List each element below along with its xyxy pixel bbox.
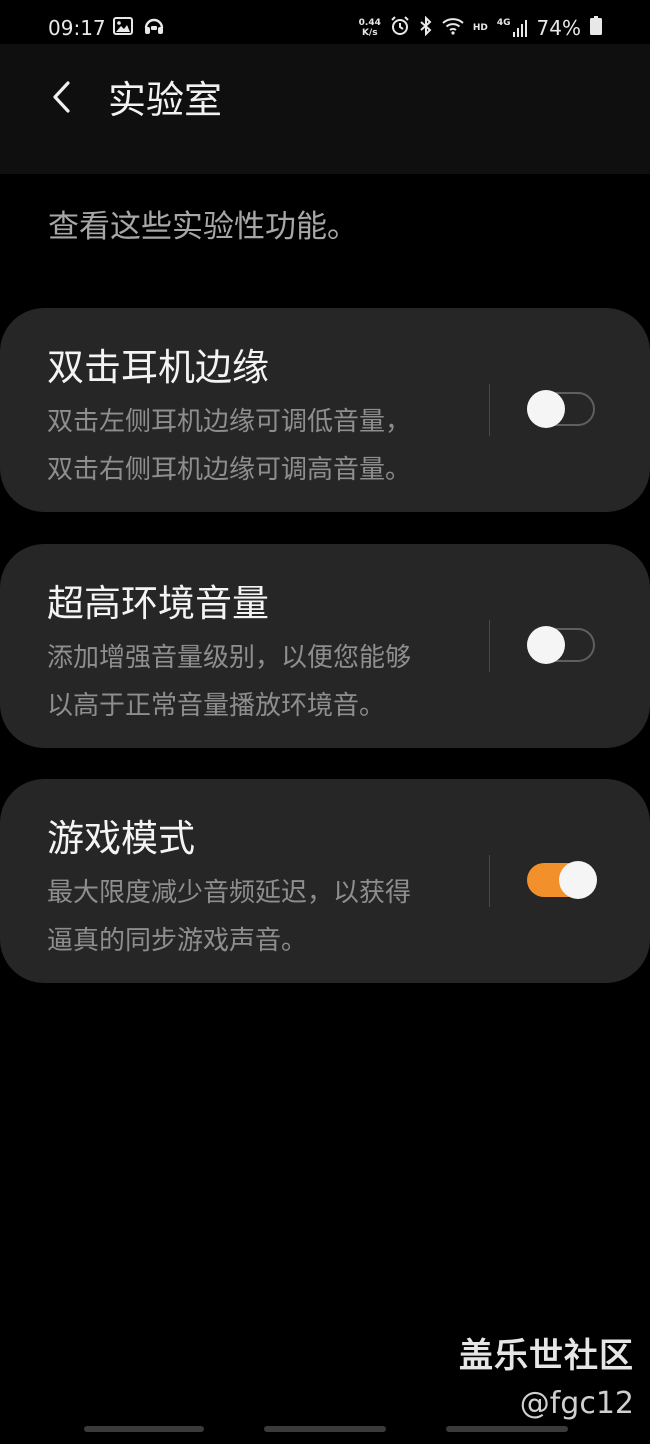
network-speed: 0.44 K/s [358, 18, 381, 38]
feature-card-double-tap[interactable]: 双击耳机边缘 双击左侧耳机边缘可调低音量， 双击右侧耳机边缘可调高音量。 [0, 308, 650, 512]
headset-icon [143, 16, 165, 40]
hd-label: HD [472, 23, 488, 33]
divider [489, 384, 490, 436]
double-tap-toggle[interactable] [527, 390, 597, 428]
feature-description: 双击左侧耳机边缘可调低音量， 双击右侧耳机边缘可调高音量。 [47, 407, 412, 485]
divider [489, 855, 490, 907]
feature-title: 游戏模式 [47, 817, 195, 860]
page-description: 查看这些实验性功能。 [48, 209, 358, 245]
status-bar: 09:17 0.44 K/s HD 4G 74% [0, 0, 650, 44]
divider [489, 620, 490, 672]
navigation-bar [0, 1414, 650, 1444]
signal-icon: 4G [497, 18, 528, 38]
feature-description: 最大限度减少音频延迟，以获得 逼真的同步游戏声音。 [47, 878, 412, 956]
status-notification-icons [113, 16, 165, 40]
battery-icon [590, 16, 602, 40]
feature-card-ambient-volume[interactable]: 超高环境音量 添加增强音量级别，以便您能够 以高于正常音量播放环境音。 [0, 544, 650, 748]
nav-recents-button[interactable] [84, 1426, 204, 1432]
feature-title: 超高环境音量 [47, 582, 269, 625]
toggle-knob [527, 626, 565, 664]
nav-home-button[interactable] [264, 1426, 386, 1432]
image-icon [113, 17, 133, 39]
wifi-icon [442, 17, 464, 39]
nav-back-button[interactable] [446, 1426, 568, 1432]
status-system-icons: 0.44 K/s HD 4G 74% [359, 14, 602, 42]
feature-description: 添加增强音量级别，以便您能够 以高于正常音量播放环境音。 [47, 643, 412, 721]
watermark-site: 盖乐世社区 [459, 1336, 634, 1376]
alarm-icon [390, 16, 410, 40]
feature-card-game-mode[interactable]: 游戏模式 最大限度减少音频延迟，以获得 逼真的同步游戏声音。 [0, 779, 650, 983]
ambient-volume-toggle[interactable] [527, 626, 597, 664]
bluetooth-icon [419, 15, 433, 40]
network-type-label: 4G [496, 18, 511, 28]
feature-title: 双击耳机边缘 [47, 346, 269, 389]
toggle-knob [559, 861, 597, 899]
toggle-knob [527, 390, 565, 428]
app-bar: 实验室 [0, 44, 650, 174]
status-time: 09:17 [48, 16, 106, 40]
chevron-left-icon [51, 80, 73, 118]
game-mode-toggle[interactable] [527, 861, 597, 899]
page-title: 实验室 [108, 78, 223, 122]
back-button[interactable] [40, 74, 84, 124]
battery-percent: 74% [536, 16, 581, 40]
